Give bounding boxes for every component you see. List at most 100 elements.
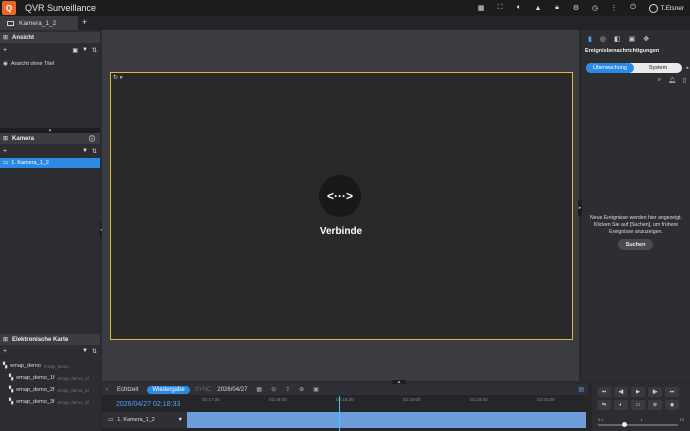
- notification-icon[interactable]: ▮: [588, 35, 592, 43]
- recording-segment[interactable]: [187, 412, 586, 428]
- view-item[interactable]: ◉ Ansicht ohne Titel: [0, 59, 100, 69]
- timeline-track: ▭ 1. Kamera_1_2 ▼: [102, 412, 588, 428]
- add-camera-button[interactable]: +: [3, 148, 7, 155]
- bell-icon[interactable]: 🔔︎: [668, 77, 676, 84]
- speaker-icon[interactable]: 🔈︎: [614, 400, 628, 410]
- event-panel-title: Ereignisbenachrichtigungen: [585, 48, 660, 54]
- add-view-button[interactable]: +: [3, 47, 7, 54]
- gear-icon[interactable]: ⚙: [567, 4, 586, 12]
- sort-icon[interactable]: ⇅: [92, 148, 97, 155]
- emap-item-label: emap_demo_3f: [16, 399, 55, 405]
- video-icon[interactable]: ▭: [631, 400, 645, 410]
- camera-icon: ▭: [108, 417, 114, 423]
- tick-label: 02:19:30: [470, 397, 488, 402]
- swap-icon[interactable]: ⇆: [597, 400, 611, 410]
- back-arrow-icon[interactable]: ‹: [106, 387, 108, 393]
- search-icon[interactable]: ⌕: [658, 77, 661, 84]
- sort-icon[interactable]: ⇅: [92, 47, 97, 54]
- zoom-out-icon[interactable]: ⊖: [271, 386, 276, 393]
- connecting-icon: <···>: [319, 175, 361, 217]
- monitor-icon: [7, 20, 14, 26]
- playback-timestamp: 2026/04/27 02:18:33: [116, 401, 181, 408]
- calendar-icon[interactable]: ▦: [256, 386, 262, 393]
- add-map-button[interactable]: +: [3, 348, 7, 355]
- skip-back-icon[interactable]: ⏮: [597, 387, 611, 397]
- view-section-title: Ansicht: [12, 34, 35, 41]
- emap-section-header[interactable]: ⊞ Elektronische Karte: [0, 334, 100, 345]
- bookmark-icon[interactable]: ◧: [614, 35, 621, 43]
- date-field[interactable]: 2026/04/27: [217, 387, 247, 393]
- user-name: T.Elsner: [660, 4, 684, 12]
- app-title: QVR Surveillance: [25, 3, 97, 13]
- ptz-icon[interactable]: ✥: [643, 35, 649, 43]
- tab-system[interactable]: System: [634, 63, 682, 73]
- playhead[interactable]: [339, 396, 340, 431]
- info-icon[interactable]: ⓘ: [89, 134, 95, 143]
- refresh-pause-icon[interactable]: ↻ ⏸: [113, 74, 123, 82]
- lock-icon[interactable]: 🔒︎: [548, 4, 567, 12]
- sort-icon[interactable]: ⇅: [92, 348, 97, 355]
- layout-icon[interactable]: ▣: [72, 47, 78, 54]
- view-section-header[interactable]: ⊞ Ansicht: [0, 32, 100, 43]
- add-tab-button[interactable]: +: [82, 17, 87, 27]
- status-icon[interactable]: ◎: [600, 35, 606, 43]
- grid-icon[interactable]: ▦: [472, 4, 491, 12]
- user-menu[interactable]: T.Elsner: [648, 3, 684, 13]
- camera-toolbar: + ▼ ⇅: [0, 146, 100, 156]
- fullscreen-icon[interactable]: ⛶: [491, 4, 510, 12]
- emap-item-sub: emap_demo_2f: [57, 387, 89, 393]
- timeline-ruler[interactable]: 02:17:30 02:18:00 02:18:30 02:19:00 02:1…: [187, 397, 588, 411]
- alert-icon[interactable]: ▲: [529, 5, 548, 12]
- next-tab-icon[interactable]: ▸: [686, 65, 689, 71]
- filter-icon[interactable]: ▼: [178, 417, 183, 423]
- export-icon[interactable]: ⇪: [285, 386, 290, 393]
- camera-list-icon[interactable]: ▣: [629, 35, 636, 43]
- playback-button[interactable]: Wiedergabe: [147, 385, 190, 394]
- playback-bar: ‹ Echtzeit Wiedergabe SYNC 2026/04/27 ▦ …: [102, 384, 690, 431]
- history-icon[interactable]: ◷: [586, 4, 605, 12]
- emap-item[interactable]: ▚ emap_demo_3f emap_demo_3f: [0, 397, 100, 407]
- sync-button[interactable]: SYNC: [195, 387, 212, 393]
- skip-forward-icon[interactable]: ⏭: [665, 387, 679, 397]
- menu-icon[interactable]: ⋮: [605, 4, 624, 12]
- tab-bar: Kamera_1_2 +: [0, 16, 690, 30]
- map-icon: ▚: [9, 375, 14, 381]
- view-item-label: Ansicht ohne Titel: [10, 61, 55, 67]
- emap-item[interactable]: ▚ emap_demo_1f emap_demo_1f: [0, 373, 100, 383]
- tick-label: 02:17:30: [202, 397, 220, 402]
- logout-icon[interactable]: ⏻: [624, 4, 643, 12]
- speed-label-max: 10: [679, 417, 684, 422]
- view-toolbar: + ▣ ▼ ⇅: [0, 45, 100, 55]
- filter-icon[interactable]: ▼: [82, 47, 88, 54]
- emap-item[interactable]: ▚ emap_demo emap_demo: [0, 361, 100, 371]
- emap-item-sub: emap_demo_1f: [57, 375, 89, 381]
- zoom-in-icon[interactable]: ⊕: [299, 386, 304, 393]
- speed-label-min: 0.1: [598, 417, 604, 422]
- snapshot-icon[interactable]: ▣: [313, 386, 319, 393]
- speed-slider[interactable]: [598, 422, 678, 427]
- playback-controls: ⏮ ◂▮ ▶ ▮▸ ⏭ ⇆ 🔈︎ ▭ ⊕ ◉ 0.1 1 10: [592, 384, 690, 431]
- map-grid-icon: ⊞: [3, 337, 9, 343]
- layout-toggle-icon[interactable]: ▤: [578, 386, 584, 393]
- step-back-icon[interactable]: ◂▮: [614, 387, 628, 397]
- play-icon[interactable]: ▶: [631, 387, 645, 397]
- step-forward-icon[interactable]: ▮▸: [648, 387, 662, 397]
- tab-monitoring[interactable]: Überwachung: [586, 63, 634, 73]
- filter-icon[interactable]: ▼: [82, 148, 88, 155]
- camera-section-header[interactable]: ⊞ Kamera ⓘ: [0, 133, 100, 144]
- snapshot-icon[interactable]: ◉: [665, 400, 679, 410]
- filter-icon[interactable]: ▼: [82, 348, 88, 355]
- camera-item[interactable]: ▭ 1. Kamera_1_2: [0, 158, 100, 168]
- map-icon: ▚: [3, 363, 8, 369]
- emap-item[interactable]: ▚ emap_demo_2f emap_demo_2f: [0, 385, 100, 395]
- tab-label: Kamera_1_2: [19, 19, 57, 27]
- clear-icon[interactable]: ▯: [683, 77, 686, 84]
- live-button[interactable]: Echtzeit: [112, 386, 143, 394]
- event-empty-message: Neue Ereignisse werden hier angezeigt. K…: [590, 215, 682, 235]
- search-button[interactable]: Suchen: [618, 239, 653, 250]
- tab-kamera[interactable]: Kamera_1_2: [0, 16, 78, 30]
- zoom-icon[interactable]: ⊕: [648, 400, 662, 410]
- emap-item-label: emap_demo_2f: [16, 387, 55, 393]
- speed-slider-handle[interactable]: [622, 422, 627, 427]
- volume-icon[interactable]: 🔈︎: [510, 4, 529, 12]
